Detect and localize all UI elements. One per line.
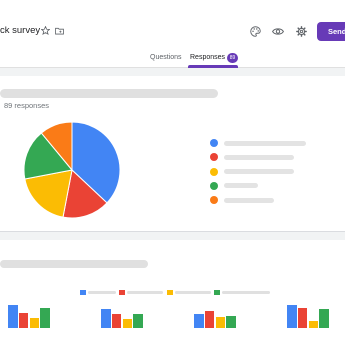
legend-dot-blue (210, 139, 218, 147)
legend-label-placeholder (224, 197, 274, 203)
bar-yellow (215, 317, 226, 328)
question-placeholder (0, 260, 148, 268)
eye-icon[interactable] (272, 27, 284, 36)
bar-legend-dot-yellow (167, 290, 173, 295)
response-count-label: 89 responses (4, 101, 50, 110)
star-icon[interactable] (41, 26, 50, 35)
top-bar: ck survey Send Questions Responses 89 (0, 0, 345, 68)
palette-icon[interactable] (250, 26, 261, 37)
bar-yellow (122, 318, 133, 328)
tab-questions[interactable]: Questions (150, 54, 182, 61)
folder-icon[interactable] (55, 27, 64, 35)
bar-legend-label-placeholder (222, 291, 270, 294)
bar-yellow (29, 317, 40, 328)
bar-legend-label-placeholder (88, 291, 116, 294)
bar-green (40, 307, 50, 328)
bar-red (18, 312, 29, 328)
form-title[interactable]: ck survey (0, 25, 40, 36)
send-button[interactable]: Send (317, 22, 345, 41)
bar-green (226, 315, 236, 328)
legend-label-placeholder (224, 183, 258, 189)
active-tab-indicator (188, 65, 238, 68)
response-count-badge: 89 (227, 53, 238, 63)
bar-blue (287, 305, 297, 328)
legend-label-placeholder (224, 169, 294, 175)
bar-green (133, 314, 143, 328)
bar-legend-dot-green (214, 290, 220, 295)
bar-red (297, 307, 308, 328)
pie-chart (23, 121, 121, 219)
legend-dot-green (210, 181, 218, 190)
bar-green (319, 309, 329, 328)
legend-dot-yellow (210, 167, 218, 176)
bar-red (111, 314, 122, 328)
gear-icon[interactable] (296, 26, 307, 37)
bar-blue (101, 309, 111, 328)
bar-red (204, 311, 215, 328)
bar-blue (194, 314, 204, 328)
question-title-placeholder (0, 89, 218, 98)
tab-responses[interactable]: Responses (190, 54, 225, 61)
bar-legend-dot-blue (80, 290, 86, 295)
bar-legend-label-placeholder (175, 291, 211, 294)
bar-yellow (308, 320, 319, 328)
legend-label-placeholder (224, 140, 306, 146)
bar-legend-label-placeholder (127, 291, 163, 294)
legend-label-placeholder (224, 154, 294, 160)
bar-legend-dot-red (119, 290, 125, 295)
bar-blue (8, 305, 18, 328)
